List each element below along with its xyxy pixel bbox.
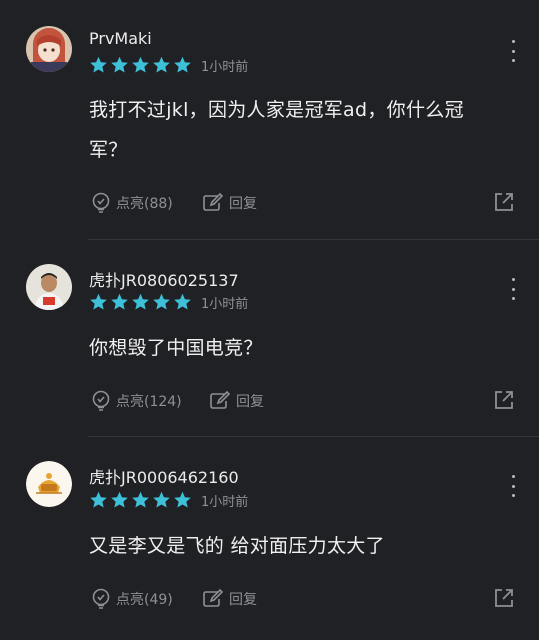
star-rating <box>89 293 192 311</box>
timestamp: 1小时前 <box>201 59 249 75</box>
star-icon <box>131 56 150 74</box>
star-rating <box>89 56 192 74</box>
like-button[interactable]: 点亮(49) <box>91 588 173 610</box>
lightbulb-icon <box>91 192 111 214</box>
like-label: 点亮(49) <box>116 592 173 608</box>
rating-row: 1小时前 <box>89 292 248 312</box>
comment-text: 我打不过jkl，因为人家是冠军ad，你什么冠军？ <box>89 99 464 161</box>
star-icon <box>152 293 171 311</box>
reply-button[interactable]: 回复 <box>202 588 257 610</box>
share-icon[interactable] <box>493 191 515 213</box>
star-icon <box>89 293 108 311</box>
avatar[interactable] <box>26 26 72 72</box>
lightbulb-icon <box>91 390 111 412</box>
star-icon <box>152 56 171 74</box>
username[interactable]: PrvMaki <box>89 29 152 48</box>
star-icon <box>89 56 108 74</box>
star-icon <box>110 56 129 74</box>
more-icon[interactable] <box>509 40 517 62</box>
comment-feed: PrvMaki 1小时前 我打不过jkl，因为人家是冠军ad，你什么冠军？ 点亮… <box>0 0 539 640</box>
comment-text: 你想毁了中国电竞？ <box>89 337 263 359</box>
more-icon[interactable] <box>509 278 517 300</box>
star-icon <box>173 56 192 74</box>
timestamp: 1小时前 <box>201 494 249 510</box>
star-icon <box>173 491 192 509</box>
username[interactable]: 虎扑JR0806025137 <box>89 267 239 291</box>
reply-edit-icon <box>209 390 231 412</box>
username[interactable]: 虎扑JR0006462160 <box>89 464 239 488</box>
avatar[interactable] <box>26 264 72 310</box>
reply-label: 回复 <box>229 592 257 608</box>
star-icon <box>131 491 150 509</box>
avatar[interactable] <box>26 461 72 507</box>
share-icon[interactable] <box>493 389 515 411</box>
star-icon <box>89 491 108 509</box>
timestamp: 1小时前 <box>201 296 249 312</box>
more-icon[interactable] <box>509 475 517 497</box>
like-button[interactable]: 点亮(88) <box>91 192 173 214</box>
reply-button[interactable]: 回复 <box>202 192 257 214</box>
like-button[interactable]: 点亮(124) <box>91 390 182 412</box>
comment-item: 虎扑JR0806025137 1小时前 你想毁了中国电竞？ 点亮(124) 回复 <box>0 240 539 437</box>
star-icon <box>173 293 192 311</box>
rating-row: 1小时前 <box>89 55 248 75</box>
share-icon[interactable] <box>493 587 515 609</box>
comment-text: 又是李又是飞的 给对面压力太大了 <box>89 535 385 557</box>
comment-item: 虎扑JR0006462160 1小时前 又是李又是飞的 给对面压力太大了 点亮(… <box>0 437 539 640</box>
rating-row: 1小时前 <box>89 490 248 510</box>
star-icon <box>110 293 129 311</box>
lightbulb-icon <box>91 588 111 610</box>
reply-label: 回复 <box>229 196 257 212</box>
star-icon <box>152 491 171 509</box>
star-rating <box>89 491 192 509</box>
reply-label: 回复 <box>236 394 264 410</box>
star-icon <box>131 293 150 311</box>
reply-edit-icon <box>202 192 224 214</box>
like-label: 点亮(88) <box>116 196 173 212</box>
reply-edit-icon <box>202 588 224 610</box>
reply-button[interactable]: 回复 <box>209 390 264 412</box>
star-icon <box>110 491 129 509</box>
like-label: 点亮(124) <box>116 394 182 410</box>
comment-item: PrvMaki 1小时前 我打不过jkl，因为人家是冠军ad，你什么冠军？ 点亮… <box>0 0 539 240</box>
